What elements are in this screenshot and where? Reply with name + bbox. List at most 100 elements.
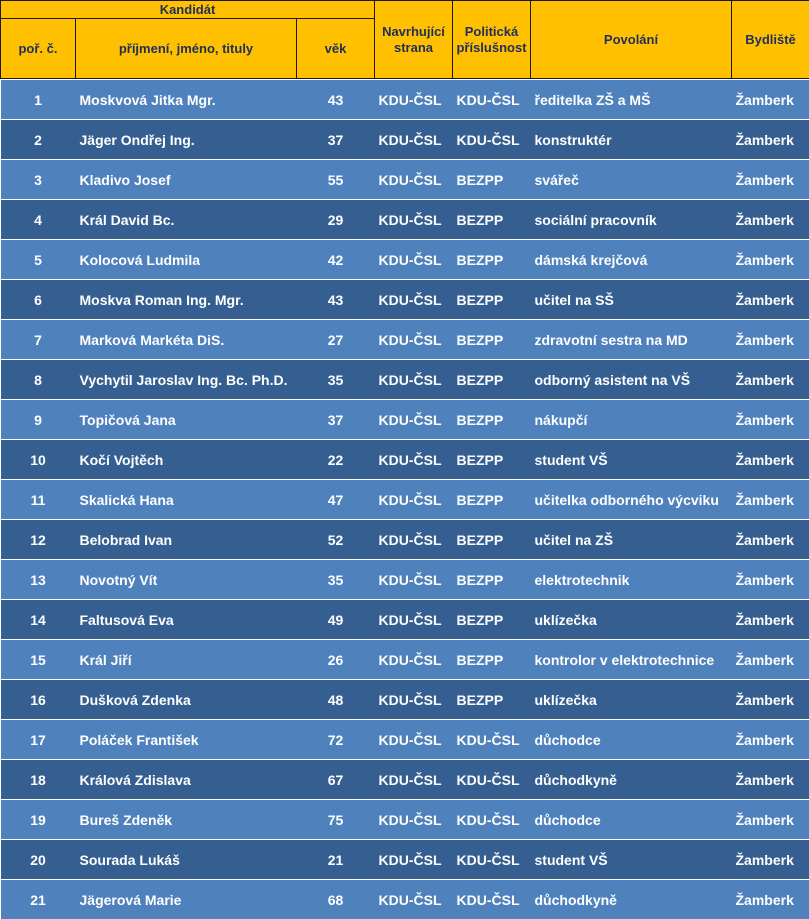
row-number: 10 bbox=[1, 440, 76, 479]
political-affiliation: KDU-ČSL bbox=[453, 720, 531, 759]
residence: Žamberk bbox=[732, 760, 809, 799]
occupation: svářeč bbox=[531, 160, 732, 199]
candidate-age: 22 bbox=[297, 440, 375, 479]
nominating-party: KDU-ČSL bbox=[375, 80, 453, 119]
table-row: 17Poláček František72KDU-ČSLKDU-ČSLdůcho… bbox=[1, 720, 809, 759]
candidate-age: 27 bbox=[297, 320, 375, 359]
row-number: 19 bbox=[1, 800, 76, 839]
occupation: dámská krejčová bbox=[531, 240, 732, 279]
table-row: 15Král Jiří26KDU-ČSLBEZPPkontrolor v ele… bbox=[1, 640, 809, 679]
residence: Žamberk bbox=[732, 520, 809, 559]
row-number: 6 bbox=[1, 280, 76, 319]
row-number: 8 bbox=[1, 360, 76, 399]
table-row: 5Kolocová Ludmila42KDU-ČSLBEZPPdámská kr… bbox=[1, 240, 809, 279]
table-header: Kandidát Navrhující strana Politická pří… bbox=[1, 1, 809, 79]
political-affiliation: BEZPP bbox=[453, 480, 531, 519]
table-row: 14Faltusová Eva49KDU-ČSLBEZPPuklízečkaŽa… bbox=[1, 600, 809, 639]
occupation: nákupčí bbox=[531, 400, 732, 439]
row-number: 20 bbox=[1, 840, 76, 879]
occupation: kontrolor v elektrotechnice bbox=[531, 640, 732, 679]
header-affiliation: Politická příslušnost bbox=[453, 1, 531, 79]
political-affiliation: KDU-ČSL bbox=[453, 80, 531, 119]
residence: Žamberk bbox=[732, 320, 809, 359]
candidate-age: 68 bbox=[297, 880, 375, 919]
occupation: ředitelka ZŠ a MŠ bbox=[531, 80, 732, 119]
row-number: 18 bbox=[1, 760, 76, 799]
table-row: 11Skalická Hana47KDU-ČSLBEZPPučitelka od… bbox=[1, 480, 809, 519]
row-number: 11 bbox=[1, 480, 76, 519]
candidate-name: Topičová Jana bbox=[76, 400, 297, 439]
political-affiliation: KDU-ČSL bbox=[453, 880, 531, 919]
nominating-party: KDU-ČSL bbox=[375, 240, 453, 279]
political-affiliation: BEZPP bbox=[453, 640, 531, 679]
candidate-age: 37 bbox=[297, 120, 375, 159]
occupation: učitel na SŠ bbox=[531, 280, 732, 319]
political-affiliation: KDU-ČSL bbox=[453, 800, 531, 839]
nominating-party: KDU-ČSL bbox=[375, 200, 453, 239]
nominating-party: KDU-ČSL bbox=[375, 680, 453, 719]
table-row: 19Bureš Zdeněk75KDU-ČSLKDU-ČSLdůchodceŽa… bbox=[1, 800, 809, 839]
table-row: 18Králová Zdislava67KDU-ČSLKDU-ČSLdůchod… bbox=[1, 760, 809, 799]
candidate-age: 21 bbox=[297, 840, 375, 879]
political-affiliation: KDU-ČSL bbox=[453, 840, 531, 879]
occupation: učitel na ZŠ bbox=[531, 520, 732, 559]
candidate-age: 49 bbox=[297, 600, 375, 639]
candidate-name: Moskva Roman Ing. Mgr. bbox=[76, 280, 297, 319]
residence: Žamberk bbox=[732, 680, 809, 719]
candidate-name: Sourada Lukáš bbox=[76, 840, 297, 879]
nominating-party: KDU-ČSL bbox=[375, 720, 453, 759]
row-number: 7 bbox=[1, 320, 76, 359]
candidate-age: 35 bbox=[297, 560, 375, 599]
candidate-age: 52 bbox=[297, 520, 375, 559]
row-number: 9 bbox=[1, 400, 76, 439]
occupation: student VŠ bbox=[531, 840, 732, 879]
row-number: 4 bbox=[1, 200, 76, 239]
political-affiliation: BEZPP bbox=[453, 520, 531, 559]
residence: Žamberk bbox=[732, 720, 809, 759]
header-residence: Bydliště bbox=[732, 1, 809, 79]
residence: Žamberk bbox=[732, 640, 809, 679]
header-number: poř. č. bbox=[1, 19, 76, 79]
row-number: 17 bbox=[1, 720, 76, 759]
row-number: 2 bbox=[1, 120, 76, 159]
political-affiliation: BEZPP bbox=[453, 600, 531, 639]
table-row: 8Vychytil Jaroslav Ing. Bc. Ph.D.35KDU-Č… bbox=[1, 360, 809, 399]
candidate-age: 43 bbox=[297, 80, 375, 119]
row-number: 13 bbox=[1, 560, 76, 599]
occupation: zdravotní sestra na MD bbox=[531, 320, 732, 359]
occupation: učitelka odborného výcviku bbox=[531, 480, 732, 519]
political-affiliation: BEZPP bbox=[453, 400, 531, 439]
row-number: 3 bbox=[1, 160, 76, 199]
candidate-name: Poláček František bbox=[76, 720, 297, 759]
candidate-age: 72 bbox=[297, 720, 375, 759]
residence: Žamberk bbox=[732, 160, 809, 199]
nominating-party: KDU-ČSL bbox=[375, 880, 453, 919]
occupation: důchodkyně bbox=[531, 760, 732, 799]
candidate-age: 47 bbox=[297, 480, 375, 519]
residence: Žamberk bbox=[732, 80, 809, 119]
row-number: 15 bbox=[1, 640, 76, 679]
table-row: 10Kočí Vojtěch22KDU-ČSLBEZPPstudent VŠŽa… bbox=[1, 440, 809, 479]
header-name: příjmení, jméno, tituly bbox=[76, 19, 297, 79]
candidate-table: Kandidát Navrhující strana Politická pří… bbox=[0, 0, 809, 919]
residence: Žamberk bbox=[732, 400, 809, 439]
nominating-party: KDU-ČSL bbox=[375, 640, 453, 679]
candidate-age: 26 bbox=[297, 640, 375, 679]
candidate-age: 48 bbox=[297, 680, 375, 719]
candidate-name: Kolocová Ludmila bbox=[76, 240, 297, 279]
candidate-age: 29 bbox=[297, 200, 375, 239]
nominating-party: KDU-ČSL bbox=[375, 400, 453, 439]
residence: Žamberk bbox=[732, 120, 809, 159]
political-affiliation: BEZPP bbox=[453, 360, 531, 399]
row-number: 16 bbox=[1, 680, 76, 719]
political-affiliation: BEZPP bbox=[453, 160, 531, 199]
table-row: 20Sourada Lukáš21KDU-ČSLKDU-ČSLstudent V… bbox=[1, 840, 809, 879]
political-affiliation: BEZPP bbox=[453, 200, 531, 239]
candidate-age: 35 bbox=[297, 360, 375, 399]
political-affiliation: BEZPP bbox=[453, 320, 531, 359]
political-affiliation: BEZPP bbox=[453, 240, 531, 279]
candidate-age: 42 bbox=[297, 240, 375, 279]
candidate-name: Moskvová Jitka Mgr. bbox=[76, 80, 297, 119]
row-number: 5 bbox=[1, 240, 76, 279]
residence: Žamberk bbox=[732, 440, 809, 479]
